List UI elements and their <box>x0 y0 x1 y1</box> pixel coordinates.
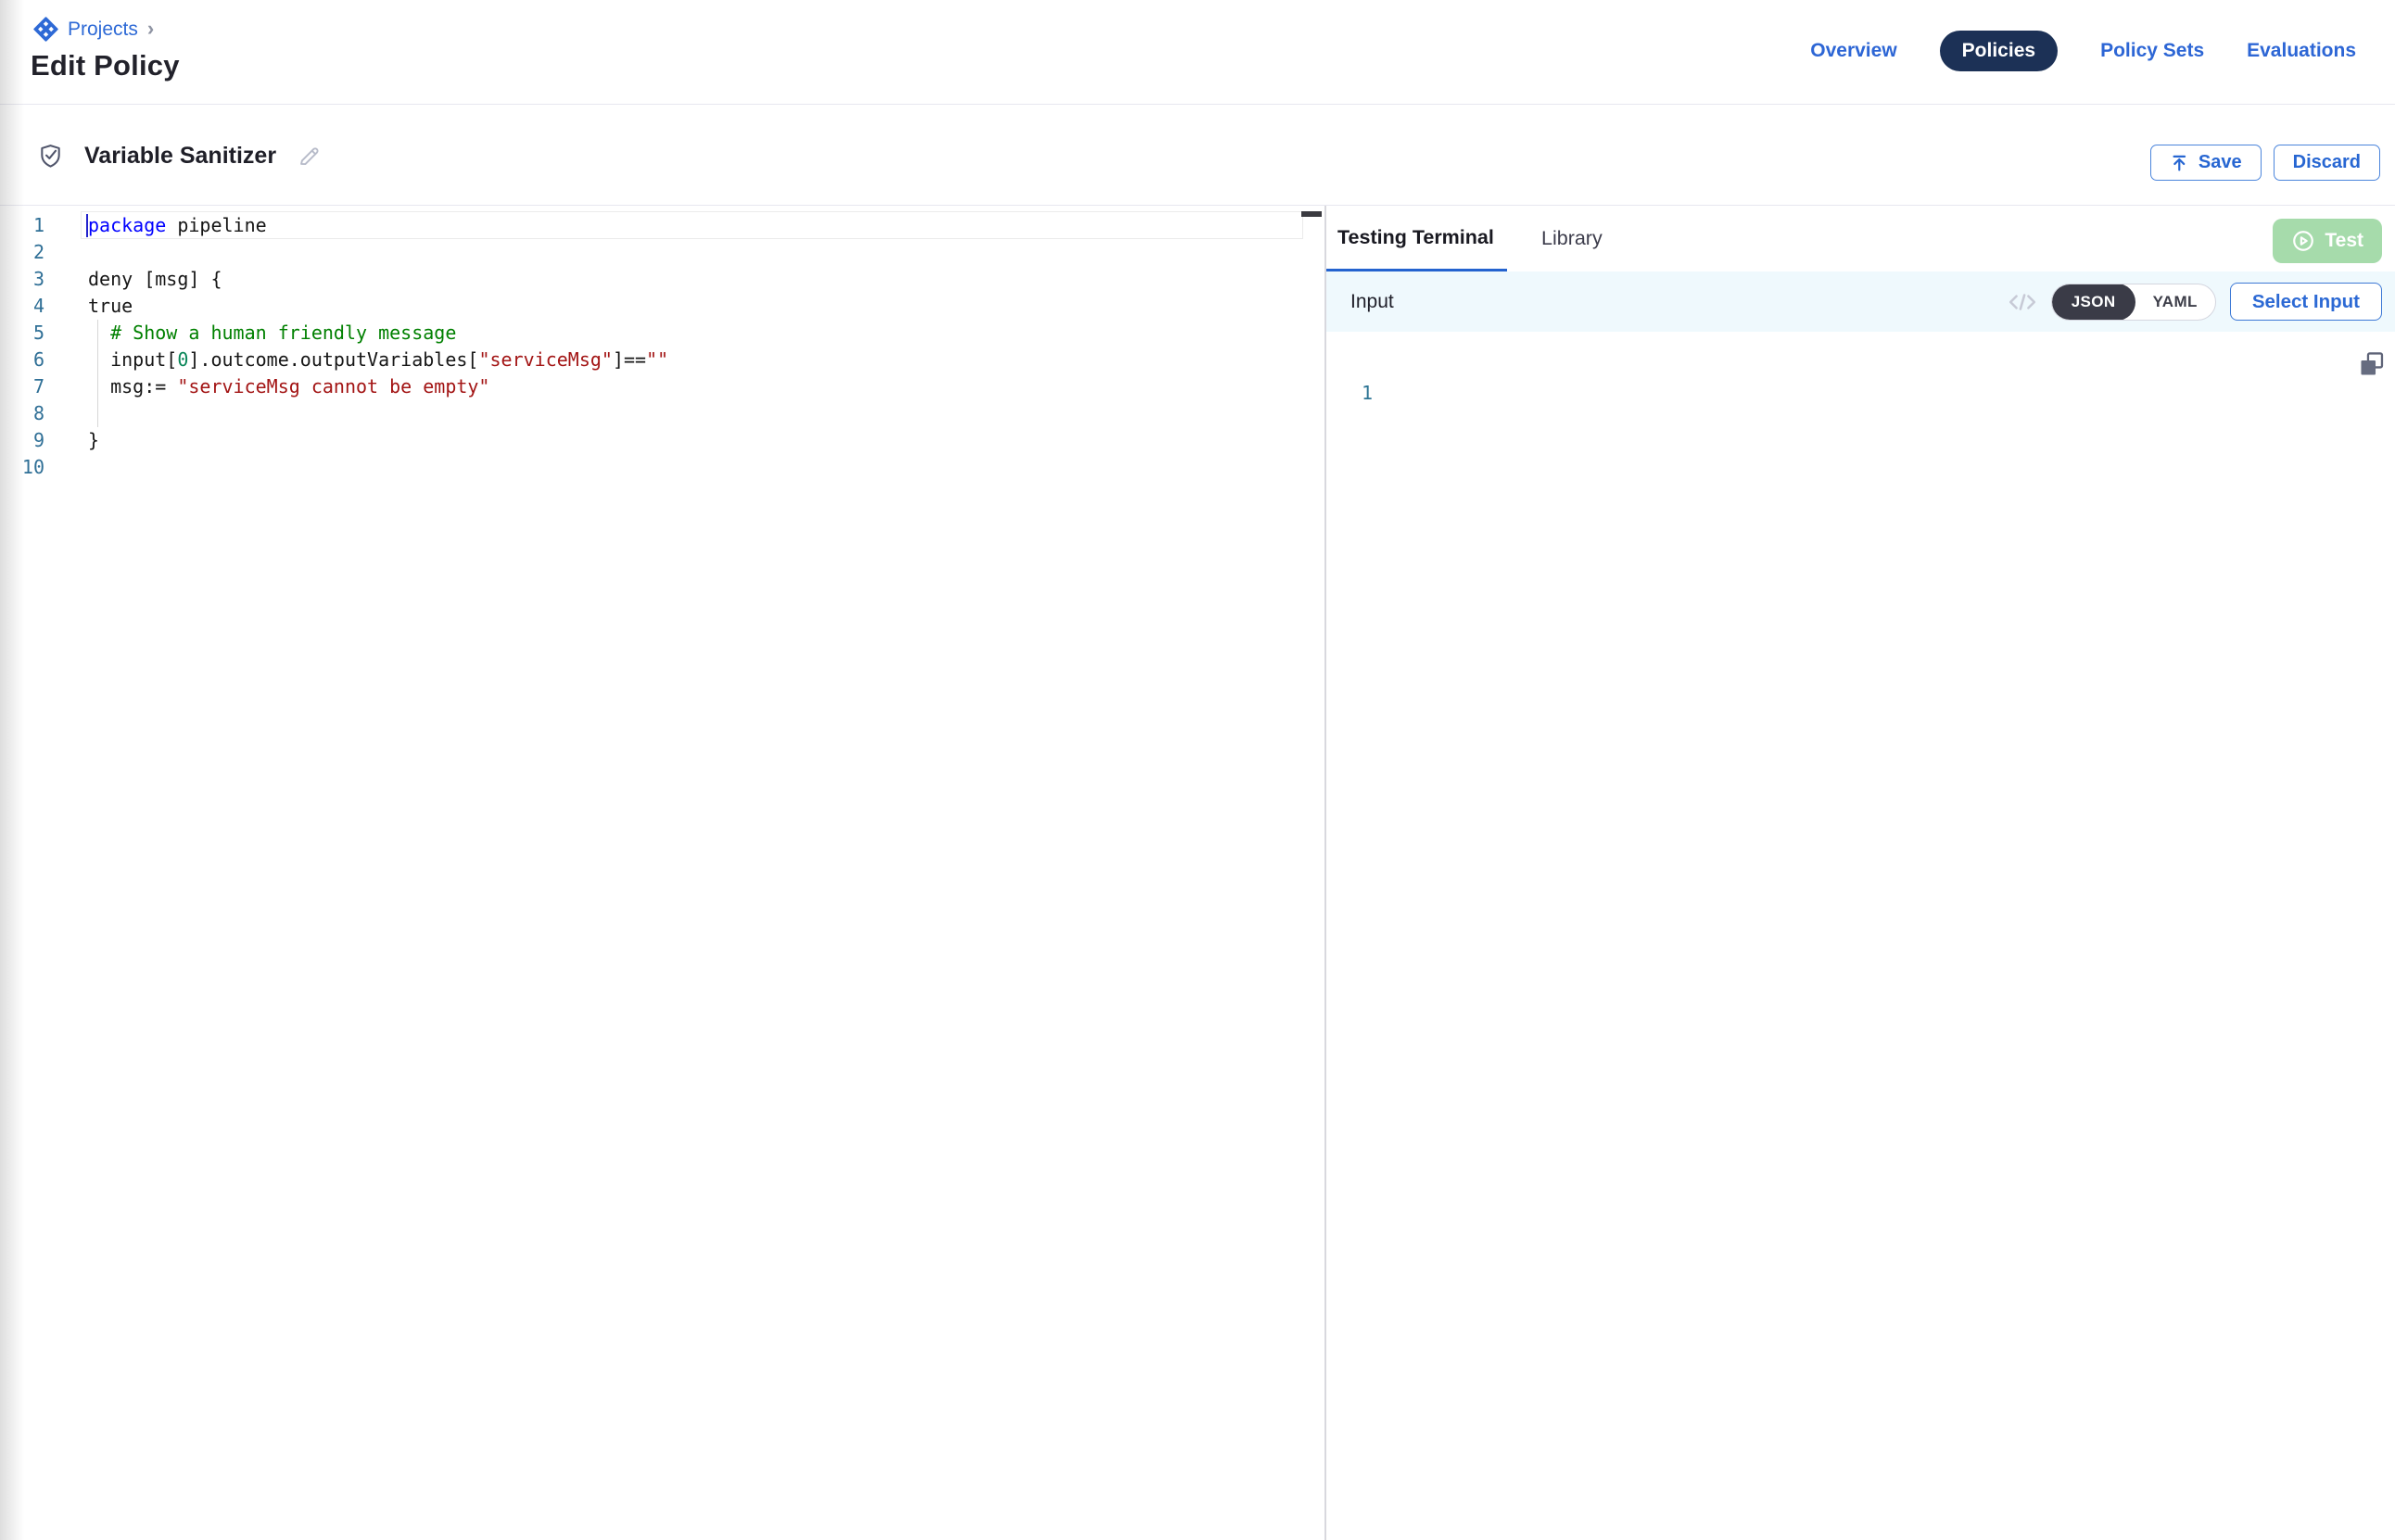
main-content: 1package pipeline23deny [msg] {4true5 # … <box>0 206 2395 1540</box>
breadcrumb-chevron-icon: › <box>147 17 154 41</box>
line-number: 9 <box>0 427 44 454</box>
nav-item-policies[interactable]: Policies <box>1940 31 2058 71</box>
play-icon <box>2291 229 2315 253</box>
input-editor-line-number: 1 <box>1362 380 1373 407</box>
page-title: Edit Policy <box>31 49 180 82</box>
code-text: msg:= "serviceMsg cannot be empty" <box>88 373 489 400</box>
line-number: 1 <box>0 212 44 239</box>
line-number: 3 <box>0 266 44 293</box>
page-header: Projects › Edit Policy Overview Policies P… <box>0 0 2395 105</box>
select-input-button[interactable]: Select Input <box>2230 283 2382 321</box>
tab-library[interactable]: Library <box>1541 206 1603 271</box>
code-line-9: 9} <box>0 427 1324 454</box>
code-line-2: 2 <box>0 239 1324 266</box>
nav-item-evaluations[interactable]: Evaluations <box>2247 40 2356 62</box>
copy-icon <box>2358 350 2386 378</box>
test-button[interactable]: Test <box>2273 219 2382 263</box>
discard-button[interactable]: Discard <box>2274 145 2380 181</box>
line-number: 5 <box>0 320 44 347</box>
input-label: Input <box>1350 291 1394 313</box>
overview-ruler-marker <box>1301 211 1322 217</box>
line-number: 4 <box>0 293 44 320</box>
edit-policy-name-button[interactable] <box>297 144 322 169</box>
code-text: deny [msg] { <box>88 266 222 293</box>
header-nav: Overview Policies Policy Sets Evaluations <box>1810 31 2356 71</box>
code-line-6: 6 input[0].outcome.outputVariables["serv… <box>0 347 1324 373</box>
code-text: package pipeline <box>88 212 267 239</box>
policy-name: Variable Sanitizer <box>84 143 276 170</box>
terminal-tabs: Testing Terminal Library Test <box>1326 206 2395 271</box>
projects-icon <box>33 17 58 42</box>
input-section-header: Input JSON YAML Select Input <box>1326 271 2395 332</box>
code-text: } <box>88 427 99 454</box>
policy-shield-check-icon <box>37 143 64 170</box>
code-line-8: 8 <box>0 400 1324 427</box>
policy-toolbar: Variable Sanitizer Save Discard <box>0 106 2395 206</box>
code-text: # Show a human friendly message <box>88 320 456 347</box>
edit-policy-page: Projects › Edit Policy Overview Policies P… <box>0 0 2395 1540</box>
code-line-3: 3 deny [msg] { <box>0 266 1324 293</box>
code-line-1: 1 package pipeline <box>0 212 1324 239</box>
toolbar-actions: Save Discard <box>2150 145 2380 181</box>
line-number: 7 <box>0 373 44 400</box>
input-editor[interactable]: 1 <box>1326 332 2395 1540</box>
policy-code-editor[interactable]: 1package pipeline23deny [msg] {4true5 # … <box>0 206 1324 1540</box>
nav-item-policy-sets[interactable]: Policy Sets <box>2100 40 2204 62</box>
code-line-10: 10 <box>0 454 1324 481</box>
breadcrumb: Projects › <box>33 17 154 42</box>
tab-testing-terminal[interactable]: Testing Terminal <box>1326 206 1507 271</box>
line-number: 8 <box>0 400 44 427</box>
code-line-5: 5 # Show a human friendly message <box>0 320 1324 347</box>
line-number: 2 <box>0 239 44 266</box>
testing-panel: Testing Terminal Library Test Input <box>1326 206 2395 1540</box>
code-text: input[0].outcome.outputVariables["servic… <box>88 347 668 373</box>
line-number: 10 <box>0 454 44 481</box>
breadcrumb-projects-link[interactable]: Projects <box>68 19 138 41</box>
copy-button[interactable] <box>2358 350 2386 378</box>
code-lines: 1package pipeline23deny [msg] {4true5 # … <box>0 212 1324 481</box>
nav-item-overview[interactable]: Overview <box>1810 40 1896 62</box>
code-line-4: 4 true <box>0 293 1324 320</box>
format-toggle: JSON YAML <box>2051 284 2216 321</box>
code-line-7: 7 msg:= "serviceMsg cannot be empty" <box>0 373 1324 400</box>
upload-icon <box>2170 153 2190 173</box>
save-button[interactable]: Save <box>2150 145 2262 181</box>
pencil-icon <box>297 144 322 169</box>
format-option-json[interactable]: JSON <box>2052 284 2135 321</box>
code-text: true <box>88 293 133 320</box>
format-option-yaml[interactable]: YAML <box>2135 284 2215 321</box>
code-brackets-icon <box>2008 292 2037 312</box>
line-number: 6 <box>0 347 44 373</box>
text-cursor <box>86 214 88 237</box>
